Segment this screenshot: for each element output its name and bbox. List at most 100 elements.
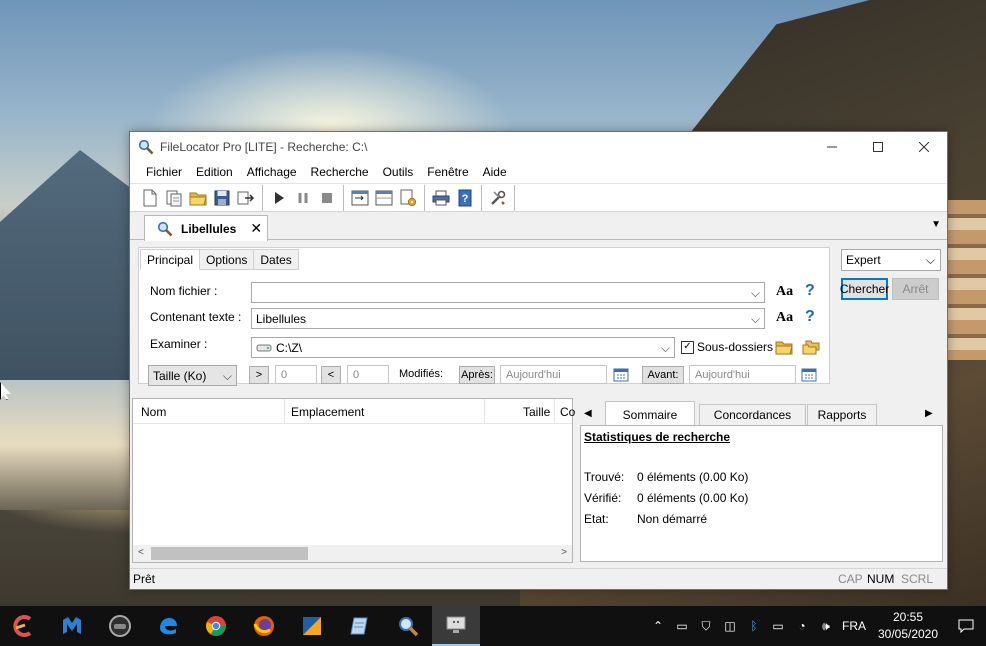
wifi-icon[interactable]: ◔ (790, 606, 814, 646)
taskbar-firefox[interactable] (240, 606, 288, 646)
after-button[interactable]: Après: (459, 366, 495, 384)
size-unit-select[interactable]: Taille (Ko) ⌵ (148, 365, 237, 386)
case-sensitive-text-button[interactable]: Aa (776, 310, 793, 326)
monitor-icon[interactable]: ▭ (670, 606, 694, 646)
taskbar-ccleaner[interactable] (0, 606, 48, 646)
bluetooth-icon[interactable]: ᛒ (742, 606, 766, 646)
battery-icon[interactable]: ▭ (766, 606, 790, 646)
toolbar: ? (130, 183, 947, 212)
status-text: Prêt (133, 572, 156, 586)
tab-rapports[interactable]: Rapports (807, 404, 877, 426)
taskbar-chrome[interactable] (192, 606, 240, 646)
print-button[interactable] (429, 186, 453, 210)
clock-time: 20:55 (892, 610, 924, 624)
column-co[interactable]: Co (560, 405, 575, 419)
horizontal-scrollbar[interactable]: < > (133, 545, 572, 562)
less-than-button[interactable]: < (321, 366, 341, 384)
tab-concordances[interactable]: Concordances (699, 404, 806, 426)
menu-recherche[interactable]: Recherche (304, 161, 376, 183)
taskbar-app[interactable] (288, 606, 336, 646)
subfolders-checkbox[interactable]: ✓ (681, 340, 694, 354)
volume-icon[interactable]: 🕪 (814, 606, 838, 646)
menu-outils[interactable]: Outils (376, 161, 421, 183)
scroll-left-icon[interactable]: < (138, 547, 144, 558)
search-button[interactable]: Chercher (840, 278, 889, 300)
close-window-button[interactable] (901, 132, 947, 161)
new-search-button[interactable] (138, 186, 162, 210)
column-emplacement[interactable]: Emplacement (291, 405, 364, 419)
menu-affichage[interactable]: Affichage (240, 161, 304, 183)
security-icon[interactable]: ◫ (718, 606, 742, 646)
tabs-next-icon[interactable]: ▶ (925, 408, 933, 419)
title-bar[interactable]: FileLocator Pro [LITE] - Recherche: C:\ (130, 132, 947, 161)
layout-button-2[interactable] (372, 186, 396, 210)
tab-libellules[interactable]: Libellules ✕ (144, 215, 268, 241)
help-book-button[interactable]: ? (453, 186, 477, 210)
scroll-thumb[interactable] (151, 547, 308, 560)
greater-than-button[interactable]: > (249, 366, 269, 384)
clock[interactable]: 20:55 30/05/2020 (870, 609, 946, 643)
save-button[interactable] (210, 186, 234, 210)
browse-folder-button[interactable] (775, 340, 793, 358)
menu-edition[interactable]: Edition (189, 161, 240, 183)
folder-list-button[interactable] (802, 340, 820, 358)
taskbar-photo[interactable] (96, 606, 144, 646)
taskbar-edge[interactable] (144, 606, 192, 646)
menu-fenetre[interactable]: Fenêtre (420, 161, 475, 183)
folders-icon (802, 340, 820, 355)
taskbar-malwarebytes[interactable] (48, 606, 96, 646)
pause-search-button[interactable] (291, 186, 315, 210)
scroll-right-icon[interactable]: > (561, 547, 567, 558)
taskbar-notebook[interactable] (336, 606, 384, 646)
after-date-input[interactable]: Aujourd'hui (500, 365, 607, 384)
before-calendar-button[interactable] (801, 367, 817, 382)
search-mode-select[interactable]: Expert ⌵ (841, 249, 941, 271)
tabs-dropdown-icon[interactable]: ▼ (931, 219, 941, 230)
export-icon (237, 191, 255, 204)
document-gear-icon (400, 189, 417, 206)
shield-icon[interactable]: ⛉ (694, 606, 718, 646)
maximize-button[interactable] (855, 132, 901, 161)
layout-button-1[interactable] (348, 186, 372, 210)
help-text-button[interactable]: ? (805, 308, 815, 326)
open-folder-button[interactable] (186, 186, 210, 210)
after-calendar-button[interactable] (613, 367, 629, 382)
look-in-input[interactable]: C:\Z\ ⌵ (251, 337, 675, 358)
menu-fichier[interactable]: Fichier (139, 161, 189, 183)
chrome-icon (206, 616, 226, 636)
tools-button[interactable] (486, 186, 510, 210)
subfolders-checkbox-row[interactable]: ✓ Sous-dossiers (681, 340, 773, 354)
results-list[interactable]: Nom Emplacement Taille Co < > (132, 398, 575, 563)
documents-icon (166, 190, 182, 206)
column-taille[interactable]: Taille (523, 405, 550, 419)
taskbar-filelocator[interactable] (384, 606, 432, 646)
open-criteria-button[interactable] (162, 186, 186, 210)
taskbar-display[interactable] (432, 606, 480, 646)
menu-aide[interactable]: Aide (476, 161, 514, 183)
minimize-button[interactable] (809, 132, 855, 161)
summary-panel: ◀ Sommaire Concordances Rapports ▶ Stati… (577, 398, 946, 563)
settings-document-button[interactable] (396, 186, 420, 210)
help-name-button[interactable]: ? (805, 282, 815, 300)
before-date-input[interactable]: Aujourd'hui (689, 365, 796, 384)
show-hidden-icons[interactable]: ⌃ (646, 606, 670, 646)
tab-dates[interactable]: Dates (254, 249, 299, 270)
file-name-input[interactable]: ⌵ (251, 282, 765, 303)
tab-close-button[interactable]: ✕ (250, 220, 262, 237)
max-size-input[interactable]: 0 (347, 365, 389, 384)
stop-button[interactable]: Arrêt (892, 278, 939, 300)
containing-text-input[interactable]: Libellules ⌵ (251, 308, 765, 329)
start-search-button[interactable] (267, 186, 291, 210)
min-size-input[interactable]: 0 (275, 365, 317, 384)
language-indicator[interactable]: FRA (838, 619, 870, 633)
notifications-icon[interactable] (946, 606, 986, 646)
tab-principal[interactable]: Principal (140, 249, 201, 270)
column-nom[interactable]: Nom (141, 405, 166, 419)
stop-search-button[interactable] (315, 186, 339, 210)
tab-options[interactable]: Options (200, 249, 255, 270)
tab-sommaire[interactable]: Sommaire (605, 401, 695, 427)
before-button[interactable]: Avant: (642, 366, 684, 384)
case-sensitive-name-button[interactable]: Aa (776, 284, 793, 300)
tabs-prev-icon[interactable]: ◀ (584, 408, 592, 419)
export-button[interactable] (234, 186, 258, 210)
